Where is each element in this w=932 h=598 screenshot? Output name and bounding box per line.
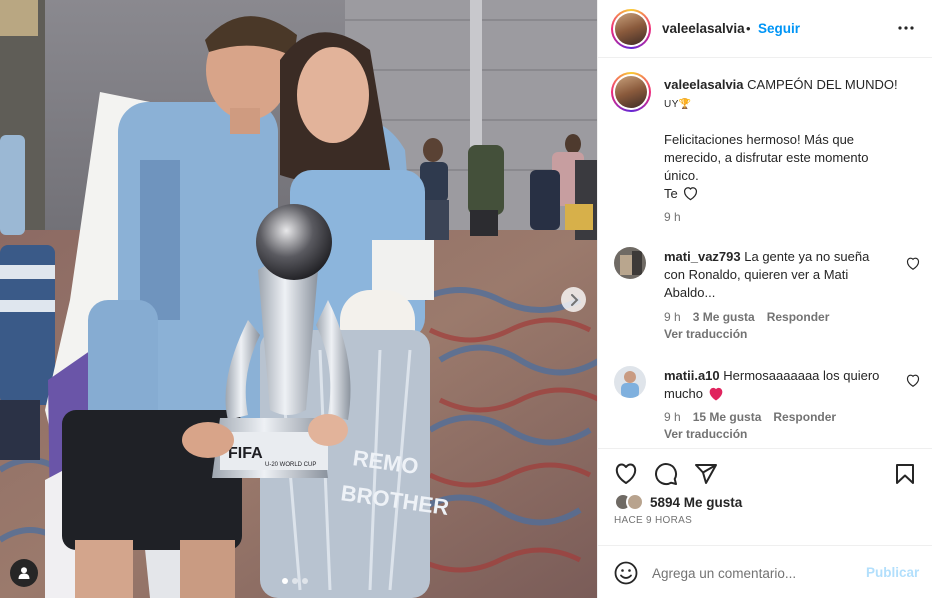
user-icon (18, 567, 30, 579)
reply-button[interactable]: Responder (767, 310, 830, 324)
comment-meta: 9 h 15 Me gusta Responder (664, 410, 836, 424)
view-translation-button[interactable]: Ver traducción (664, 427, 747, 441)
likes-row: 5894 Me gusta (614, 493, 742, 511)
comment-like-heart-icon[interactable] (906, 374, 920, 388)
likes-count[interactable]: 5894 Me gusta (650, 495, 742, 510)
more-options-button[interactable] (894, 16, 918, 40)
view-translation-button[interactable]: Ver traducción (664, 327, 747, 341)
caption-meta: 9 h (664, 210, 681, 224)
post-comment-button[interactable]: Publicar (866, 565, 919, 580)
red-heart-emoji-icon (709, 387, 723, 400)
follow-button[interactable]: Seguir (758, 21, 800, 36)
comment-time[interactable]: 9 h (664, 410, 681, 424)
comment-like-heart-icon[interactable] (906, 257, 920, 271)
carousel-indicator (282, 578, 308, 584)
post-photo[interactable]: REMO BROTHER FIFA U-20 WORLD CUP (0, 0, 597, 598)
trophy-text-cup: U-20 WORLD CUP (265, 462, 316, 468)
caption-body-1: Felicitaciones hermoso! Más que (664, 132, 855, 147)
caption-text: CAMPEÓN DEL MUNDO! (747, 77, 898, 92)
comment-line-1: matii.a10 Hermosaaaaaaa los quiero (664, 367, 879, 385)
caption-time[interactable]: 9 h (664, 210, 681, 224)
share-icon[interactable] (694, 462, 718, 486)
liker-avatar[interactable] (626, 493, 644, 511)
caption-avatar[interactable] (611, 72, 651, 112)
heart-icon[interactable] (614, 462, 638, 486)
post-timestamp[interactable]: HACE 9 HORAS (614, 515, 692, 526)
heart-outline-emoji-icon (683, 187, 697, 201)
caption-body-4: Te (664, 186, 678, 201)
caption-body-4-row: Te (664, 185, 698, 203)
chevron-right-icon (570, 293, 578, 306)
comments-list[interactable]: valeelasalvia CAMPEÓN DEL MUNDO! UY🏆 Fel… (598, 58, 932, 448)
comment-likes[interactable]: 15 Me gusta (693, 410, 762, 424)
post-header: valeelasalvia • Seguir (598, 0, 932, 58)
comment-text-2: con Ronaldo, quieren ver a Mati (664, 267, 849, 282)
caption-body-2: merecido, a disfrutar este momento (664, 150, 869, 165)
comment-input[interactable] (652, 563, 852, 583)
carousel-dot-3 (302, 578, 308, 584)
more-options-icon (898, 26, 914, 30)
caption-body-3: único. (664, 168, 699, 183)
author-username[interactable]: valeelasalvia (662, 21, 745, 36)
comment-text-2: mucho (664, 386, 704, 401)
carousel-dot-1 (282, 578, 288, 584)
caption-username[interactable]: valeelasalvia (664, 77, 744, 92)
comment-text-1: La gente ya no sueña (744, 249, 870, 264)
bookmark-icon[interactable] (893, 462, 917, 486)
comment-line-2: mucho (664, 385, 724, 403)
comment-likes[interactable]: 3 Me gusta (693, 310, 755, 324)
comment-text-3: Abaldo... (664, 285, 716, 300)
comment-time[interactable]: 9 h (664, 310, 681, 324)
photo-scene: REMO BROTHER FIFA U-20 WORLD CUP (0, 0, 597, 598)
comment-line-1: mati_vaz793 La gente ya no sueña (664, 248, 869, 266)
trophy-text-fifa: FIFA (228, 445, 263, 462)
comment-text-1: Hermosaaaaaaa los quiero (723, 368, 880, 383)
carousel-dot-2 (292, 578, 298, 584)
carousel-next-button[interactable] (561, 287, 586, 312)
author-avatar[interactable] (611, 9, 651, 49)
caption-line: valeelasalvia CAMPEÓN DEL MUNDO! (664, 76, 898, 94)
comment-meta: 9 h 3 Me gusta Responder (664, 310, 829, 324)
post-sidebar: valeelasalvia • Seguir valeelasalvia CAM… (597, 0, 932, 598)
comment-composer: Publicar (598, 545, 932, 598)
comment-username[interactable]: matii.a10 (664, 368, 720, 383)
comment-avatar[interactable] (614, 247, 646, 279)
comment-username[interactable]: mati_vaz793 (664, 249, 741, 264)
caption-flag: UY🏆 (664, 99, 692, 110)
reply-button[interactable]: Responder (773, 410, 836, 424)
emoji-icon[interactable] (614, 561, 638, 585)
tagged-users-button[interactable] (10, 559, 38, 587)
comment-icon[interactable] (654, 462, 678, 486)
comment-avatar[interactable] (614, 366, 646, 398)
header-separator: • (746, 21, 751, 36)
